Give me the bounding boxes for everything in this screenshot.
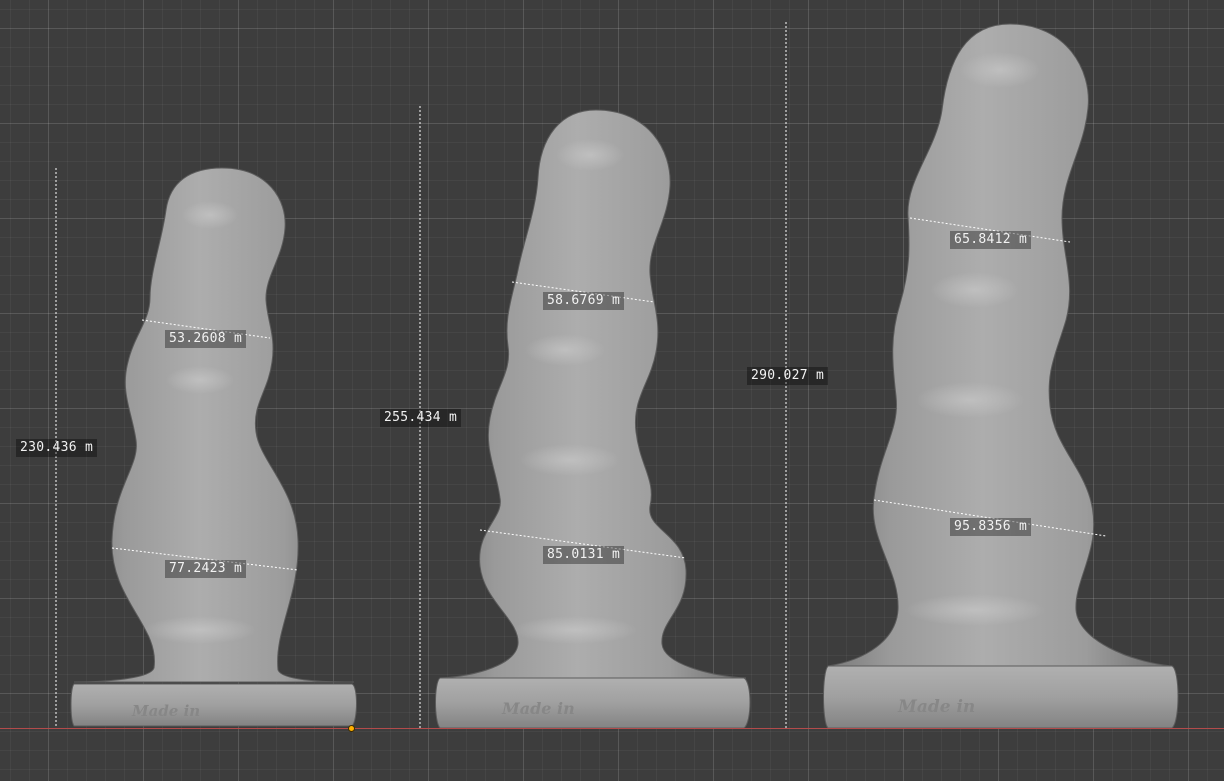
object-small-lower-width-label[interactable]: 77.2423 m xyxy=(165,560,247,578)
object-medium-base-engraving: Made in xyxy=(501,699,575,718)
object-small-tip-highlight xyxy=(182,201,238,229)
object-small-base xyxy=(70,683,357,727)
object-medium[interactable]: Made in xyxy=(419,106,751,729)
object-origin-marker[interactable] xyxy=(349,726,354,731)
object-small-shaft xyxy=(73,167,355,683)
object-medium-upper-width-label[interactable]: 58.6769 m xyxy=(543,292,625,310)
object-large-tip-highlight xyxy=(960,52,1040,88)
object-medium-shaft xyxy=(439,109,747,679)
object-small-base-engraving: Made in xyxy=(131,702,200,720)
object-medium-tip-highlight xyxy=(556,139,624,171)
object-large-flare-highlight xyxy=(905,594,1045,626)
object-medium-height-label[interactable]: 255.434 m xyxy=(380,409,462,427)
object-small-ridge-highlight xyxy=(166,366,234,394)
scene-canvas[interactable]: Made in Made in Made in xyxy=(0,0,1224,781)
object-medium-flare-highlight xyxy=(513,616,637,644)
object-large-base xyxy=(823,665,1179,729)
object-small[interactable]: Made in xyxy=(55,167,357,728)
object-large-lower-width-label[interactable]: 95.8356 m xyxy=(950,518,1032,536)
object-medium-lower-width-label[interactable]: 85.0131 m xyxy=(543,546,625,564)
object-small-flare-highlight xyxy=(144,616,256,644)
object-large-base-engraving: Made in xyxy=(897,697,975,717)
object-large-shaft xyxy=(827,23,1173,667)
object-small-height-label[interactable]: 230.436 m xyxy=(16,439,98,457)
object-large[interactable]: Made in xyxy=(785,22,1179,729)
object-large-ridge2-highlight xyxy=(916,382,1024,418)
object-medium-base xyxy=(435,677,751,729)
object-large-ridge-highlight xyxy=(931,272,1019,308)
object-small-upper-width-label[interactable]: 53.2608 m xyxy=(165,330,247,348)
3d-viewport[interactable]: Made in Made in Made in 230.436 m 53.260… xyxy=(0,0,1224,781)
object-large-upper-width-label[interactable]: 65.8412 m xyxy=(950,231,1032,249)
object-large-height-label[interactable]: 290.027 m xyxy=(747,367,829,385)
object-medium-ridge-highlight xyxy=(525,334,605,366)
object-medium-ridge2-highlight xyxy=(520,444,620,476)
x-axis-line xyxy=(0,728,1224,729)
